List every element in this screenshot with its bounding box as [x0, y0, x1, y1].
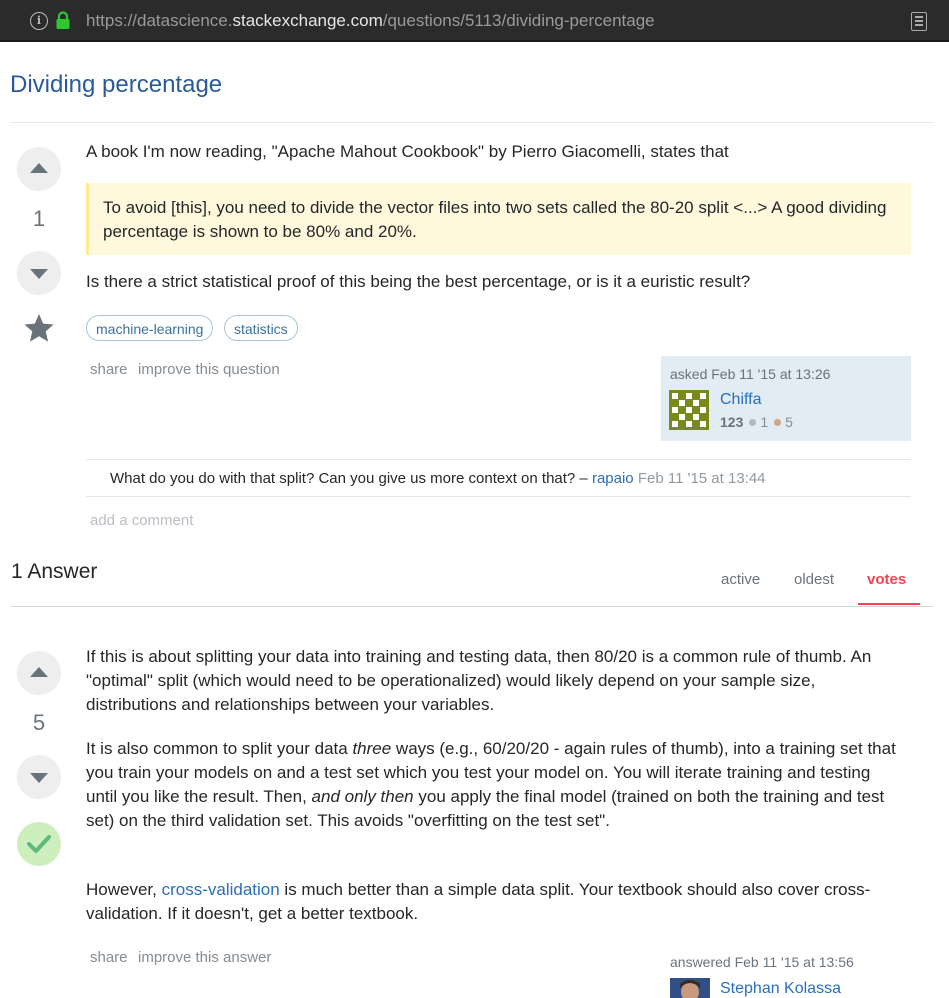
answer-p3-text-a: However,: [86, 880, 162, 899]
user-photo-icon: [670, 978, 710, 998]
quote-text: To avoid [this], you need to divide the …: [103, 198, 887, 241]
add-comment-link[interactable]: add a comment: [90, 512, 193, 529]
reader-view-icon[interactable]: [911, 12, 927, 31]
answer-upvote-button[interactable]: [17, 651, 61, 695]
question-downvote-button[interactable]: [17, 251, 61, 295]
bronze-badge-count: 5: [785, 414, 793, 430]
answers-header-divider: [10, 606, 934, 607]
question-owner-name[interactable]: Chiffa: [720, 391, 762, 409]
answer-vote-count: 5: [32, 710, 46, 735]
avatar[interactable]: [670, 978, 710, 998]
answer-p2-text-a: It is also common to split your data: [86, 739, 353, 758]
silver-badge-count: 1: [760, 414, 769, 430]
accepted-answer-indicator[interactable]: [17, 822, 61, 866]
arrow-down-icon: [30, 269, 48, 279]
url-text[interactable]: https://datascience.stackexchange.com/qu…: [86, 11, 655, 31]
arrow-up-icon: [30, 667, 48, 677]
tag-statistics[interactable]: statistics: [224, 315, 298, 341]
tag-machine-learning[interactable]: machine-learning: [86, 315, 214, 341]
question-upvote-button[interactable]: [17, 147, 61, 191]
comments-bottom-divider: [86, 496, 911, 497]
question-vote-count: 1: [32, 206, 46, 231]
comment-user-link[interactable]: rapaio: [592, 470, 634, 487]
answer-owner-name[interactable]: Stephan Kolassa: [720, 980, 841, 998]
tab-active[interactable]: active: [721, 571, 760, 588]
question-body: Is there a strict statistical proof of t…: [86, 272, 751, 291]
favorite-star-icon[interactable]: [23, 313, 55, 343]
question-improve-link[interactable]: improve this question: [138, 361, 280, 378]
bronze-badge-icon: [774, 419, 782, 427]
cross-validation-link[interactable]: cross-validation: [162, 880, 280, 899]
question-blockquote: To avoid [this], you need to divide the …: [86, 183, 911, 255]
arrow-down-icon: [30, 773, 48, 783]
lock-icon: [56, 11, 70, 29]
reputation-summary: 123 1 5: [720, 414, 793, 430]
answer-downvote-button[interactable]: [17, 755, 61, 799]
checkmark-icon: [27, 835, 51, 853]
asked-date: asked Feb 11 '15 at 13:26: [670, 366, 831, 382]
browser-url-bar[interactable]: i https://datascience.stackexchange.com/…: [0, 0, 949, 42]
scrollbar[interactable]: [943, 42, 949, 997]
comment-text: What do you do with that split? Can you …: [110, 470, 592, 487]
url-prefix: https://datascience.: [86, 11, 233, 30]
url-domain: stackexchange.com: [232, 11, 383, 30]
answer-paragraph-2: It is also common to split your data thr…: [86, 737, 906, 833]
comment-date[interactable]: Feb 11 '15 at 13:44: [638, 470, 766, 487]
answers-count-heading: 1 Answer: [11, 560, 98, 583]
answer-share-link[interactable]: share: [90, 949, 128, 966]
urlbar-divider: [0, 40, 949, 42]
answer-p2-emphasis-2: and only then: [311, 787, 414, 806]
info-icon[interactable]: i: [30, 12, 48, 30]
tab-oldest[interactable]: oldest: [794, 571, 834, 588]
answer-paragraph-1: If this is about splitting your data int…: [86, 647, 872, 714]
page-title[interactable]: Dividing percentage: [10, 71, 222, 99]
answered-date: answered Feb 11 '15 at 13:56: [670, 954, 854, 970]
url-path: /questions/5113/dividing-percentage: [382, 11, 655, 30]
comments-top-divider: [86, 459, 911, 460]
reputation-score: 123: [720, 414, 744, 430]
question-share-link[interactable]: share: [90, 361, 128, 378]
selected-tab-indicator: [858, 603, 920, 605]
question-owner-card: asked Feb 11 '15 at 13:26 Chiffa 123 1 5: [661, 356, 911, 441]
answer-improve-link[interactable]: improve this answer: [138, 949, 271, 966]
tab-votes[interactable]: votes: [867, 571, 906, 588]
answer-paragraph-3: However, cross-validation is much better…: [86, 878, 906, 926]
silver-badge-icon: [749, 419, 757, 427]
avatar[interactable]: [669, 390, 709, 430]
arrow-up-icon: [30, 163, 48, 173]
answer-p2-emphasis-1: three: [352, 739, 392, 758]
title-divider: [10, 122, 934, 123]
comment: What do you do with that split? Can you …: [110, 470, 766, 487]
question-intro: A book I'm now reading, "Apache Mahout C…: [86, 142, 729, 161]
